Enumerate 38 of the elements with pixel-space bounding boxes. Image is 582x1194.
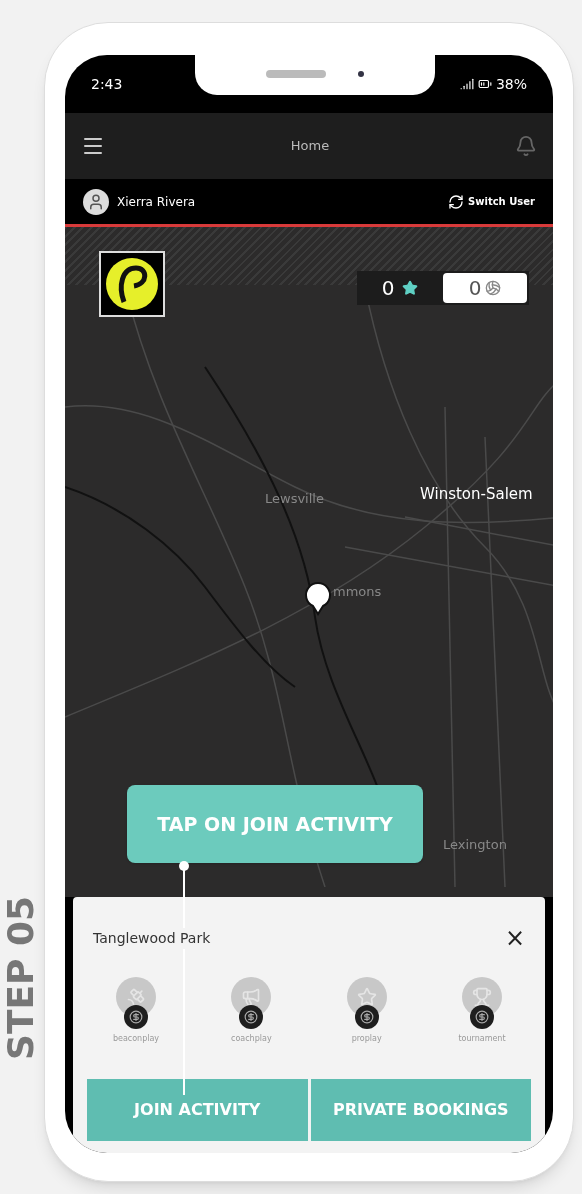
close-button[interactable]: ×	[504, 926, 525, 950]
activity-option[interactable]: tournament	[437, 977, 527, 1045]
tap-hint-callout: TAP ON JOIN ACTIVITY	[127, 785, 423, 863]
status-time: 2:43	[91, 74, 123, 94]
map-place-label: Lewsville	[265, 490, 324, 508]
notification-button[interactable]	[515, 135, 537, 157]
speaker-grille	[266, 70, 326, 78]
map-place-label: mmons	[333, 583, 382, 601]
coin-icon	[359, 1010, 374, 1024]
star-icon	[402, 280, 419, 296]
megaphone-icon	[241, 987, 262, 1007]
map-place-label: Winston-Salem	[420, 484, 533, 505]
switch-user-button[interactable]: Switch User	[448, 193, 535, 210]
activity-option[interactable]: coachplay	[206, 977, 297, 1045]
step-caption: STEP 05	[0, 895, 42, 1060]
coin-icon	[129, 1010, 143, 1024]
join-activity-button[interactable]: JOIN ACTIVITY	[87, 1079, 308, 1141]
private-bookings-button[interactable]: PRIVATE BOOKINGS	[310, 1079, 531, 1141]
ball-count: 0	[468, 275, 482, 302]
activity-option[interactable]: beaconplay	[91, 977, 181, 1045]
coin-icon	[244, 1010, 259, 1024]
user-name: Xierra Rivera	[117, 193, 196, 211]
battery-percent: 38%	[495, 74, 527, 94]
avatar	[83, 188, 109, 215]
refresh-icon	[448, 193, 465, 210]
place-title: Tanglewood Park	[93, 927, 211, 949]
star-count: 0	[381, 275, 395, 302]
map-place-label: Lexington	[443, 836, 507, 854]
map-pin-icon	[303, 582, 333, 616]
signal-icon	[459, 77, 474, 91]
star-icon	[356, 987, 377, 1007]
ball-icon	[485, 280, 502, 296]
coin-icon	[475, 1010, 489, 1024]
battery-icon	[477, 77, 492, 91]
activity-option[interactable]: proplay	[321, 977, 412, 1045]
header-title: Home	[290, 137, 330, 156]
trophy-icon	[472, 987, 492, 1007]
satellite-icon	[126, 987, 146, 1007]
